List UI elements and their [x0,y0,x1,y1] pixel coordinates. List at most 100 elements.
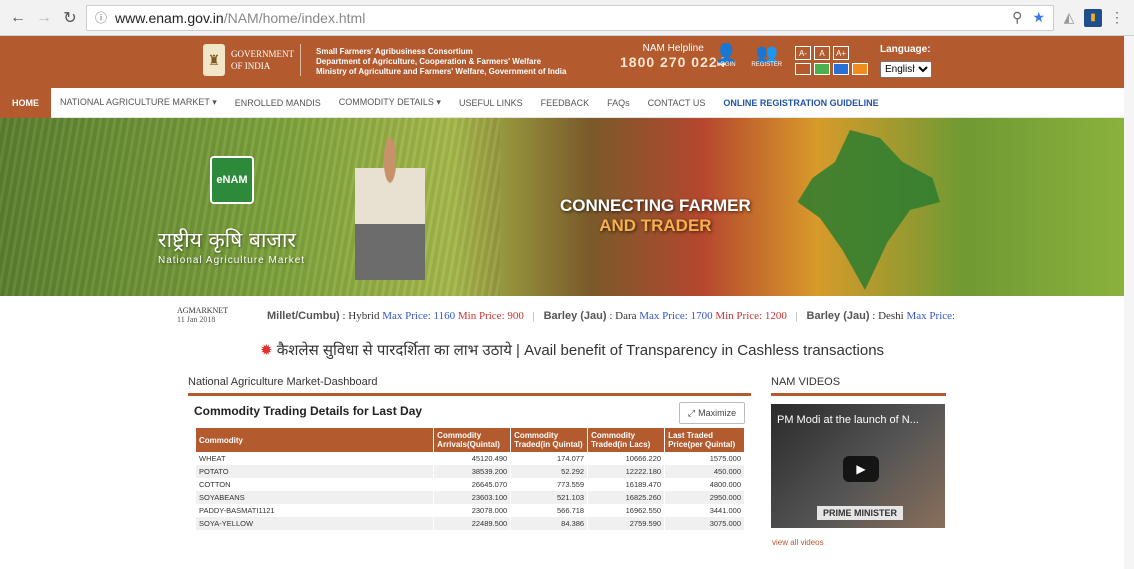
font-increase-button[interactable]: A+ [833,46,849,60]
col-last-price[interactable]: Last Traded Price(per Quintal) [664,428,745,452]
ticker-items: Millet/Cumbu) : Hybrid Max Price: 1160 M… [267,310,955,322]
nav-useful-links[interactable]: USEFUL LINKS [450,88,532,118]
cell-value: 12222.180 [587,465,666,478]
tagline-line2: AND TRADER [599,216,712,235]
nav-commodity-details[interactable]: COMMODITY DETAILS ▾ [330,88,450,118]
nav-contact-us[interactable]: CONTACT US [639,88,715,118]
paddy-field-image [0,118,500,296]
ticker-source: AGMARKNET [177,306,229,315]
video-player[interactable]: PM Modi at the launch of N... ▶ PRIME MI… [771,404,945,528]
menu-icon[interactable]: ⋮ [1108,9,1126,27]
play-icon[interactable]: ▶ [843,456,879,482]
cell-value: 174.077 [510,452,589,465]
col-commodity[interactable]: Commodity [196,428,435,452]
back-icon[interactable]: ← [8,8,28,28]
cell-value: 4800.000 [664,478,745,491]
nav-enrolled-mandis[interactable]: ENROLLED MANDIS [226,88,330,118]
video-title: PM Modi at the launch of N... [777,414,919,426]
cell-commodity: COTTON [196,478,435,491]
bookmark-star-icon[interactable]: ★ [1032,9,1045,26]
theme-swatch-orange[interactable] [852,63,868,75]
government-of-india[interactable]: ♜ GOVERNMENT OF INDIA [203,44,301,76]
cell-commodity: WHEAT [196,452,435,465]
login-button[interactable]: 👤 LOGIN [715,44,737,68]
url-host: www.enam.gov.in [115,9,224,26]
card-title: Commodity Trading Details for Last Day [194,404,423,418]
emblem-icon: ♜ [203,44,225,76]
cell-value: 16189.470 [587,478,666,491]
login-label: LOGIN [716,62,736,68]
farmer-image [355,128,425,288]
hero-banner: eNAM राष्ट्रीय कृषि बाजार National Agric… [0,118,1134,296]
maximize-button[interactable]: ⤢ Maximize [679,402,745,424]
cell-value: 23078.000 [433,504,512,517]
extension-icon[interactable]: ◭ [1060,9,1078,27]
helpline: NAM Helpline 1800 270 0224 [620,43,726,70]
nav-feedback[interactable]: FEEDBACK [532,88,599,118]
cell-value: 16825.260 [587,491,666,504]
agmarknet-source: AGMARKNET 11 Jan 2018 [177,306,228,324]
cell-value: 2759.590 [587,517,666,530]
col-traded-quintal[interactable]: Commodity Traded(in Quintal) [510,428,589,452]
table-row: PADDY-BASMATI1121 23078.000 566.718 16962.5… [196,504,745,517]
ticker-min: Min Price: 1200 [715,310,787,322]
helpline-label: NAM Helpline [642,43,704,54]
cell-commodity: SOYABEANS [196,491,435,504]
videos-underline [771,393,946,396]
reload-icon[interactable]: ↻ [60,8,80,28]
scrollbar[interactable] [1124,36,1134,569]
col-arrivals[interactable]: Commodity Arrivals(Quintal) [433,428,512,452]
cell-value: 773.559 [510,478,589,491]
starburst-icon: ✹ [259,342,273,359]
ticker-commodity: Barley (Jau) [543,310,607,322]
table-row: COTTON 26645.070 773.559 16189.470 4800.000 [196,478,745,491]
nav-faqs[interactable]: FAQs [598,88,639,118]
register-button[interactable]: 👥 REGISTER [751,44,782,68]
site-header: ♜ GOVERNMENT OF INDIA Small Farmers' Agr… [0,36,1134,88]
expand-icon: ⤢ [687,407,696,418]
col-traded-lacs[interactable]: Commodity Traded(in Lacs) [587,428,666,452]
font-normal-button[interactable]: A [814,46,830,60]
theme-swatch-blue[interactable] [833,63,849,75]
ticker-variety: : Hybrid [342,310,380,322]
cell-commodity: POTATO [196,465,435,478]
font-decrease-button[interactable]: A- [795,46,811,60]
ticker-variety: : Deshi [872,310,904,322]
dashboard-underline [188,393,751,396]
cashless-text: कैशलेस सुविधा से पारदर्शिता का लाभ उठाये… [276,342,885,359]
cashless-banner[interactable]: ✹ कैशलेस सुविधा से पारदर्शिता का लाभ उठा… [0,340,1134,366]
analytics-extension-icon[interactable]: ▮ [1084,8,1102,27]
table-row: SOYA-YELLOW 22489.500 84.386 2759.590 3075.0… [196,517,745,530]
sfac-line1: Small Farmers' Agribusiness Consortium [316,47,473,56]
gov-line2: OF INDIA [231,61,271,71]
browser-toolbar: ← → ↻ ⓘ www.enam.gov.in/NAM/home/index.h… [0,0,1134,36]
sfac-line3: Ministry of Agriculture and Farmers' Wel… [316,67,567,76]
cell-value: 3441.000 [664,504,745,517]
zoom-icon[interactable]: ⚲ [1012,9,1022,26]
cell-value: 450.000 [664,465,745,478]
info-icon[interactable]: ⓘ [95,9,107,26]
nav-online-registration[interactable]: ONLINE REGISTRATION GUIDELINE [714,88,887,118]
cell-value: 1575.000 [664,452,745,465]
cell-value: 3075.000 [664,517,745,530]
ticker-date: 11 Jan 2018 [177,315,216,324]
address-bar[interactable]: ⓘ www.enam.gov.in/NAM/home/index.html ⚲ … [86,4,1054,31]
forward-icon[interactable]: → [34,8,54,28]
user-icon: 👤 [715,43,738,63]
table-body: WHEAT 45120.490 174.077 10666.220 1575.000 PO… [196,452,745,530]
language-select[interactable]: English [880,61,932,78]
cell-value: 23603.100 [433,491,512,504]
add-user-icon: 👥 [755,43,778,63]
cell-value: 38539.200 [433,465,512,478]
banner-tagline: CONNECTING FARMER AND TRADER [560,196,751,236]
ticker-commodity: Barley (Jau) [806,310,870,322]
theme-swatch-green[interactable] [814,63,830,75]
nav-national-market[interactable]: NATIONAL AGRICULTURE MARKET ▾ [51,88,226,118]
nav-home[interactable]: HOME [0,87,51,118]
view-all-videos-link[interactable]: view all videos [772,538,824,547]
register-label: REGISTER [751,62,783,68]
theme-swatch-brown[interactable] [795,63,811,75]
ticker-commodity: Millet/Cumbu) [267,310,340,322]
cell-commodity: PADDY-BASMATI1121 [196,504,435,517]
cell-value: 45120.490 [433,452,512,465]
